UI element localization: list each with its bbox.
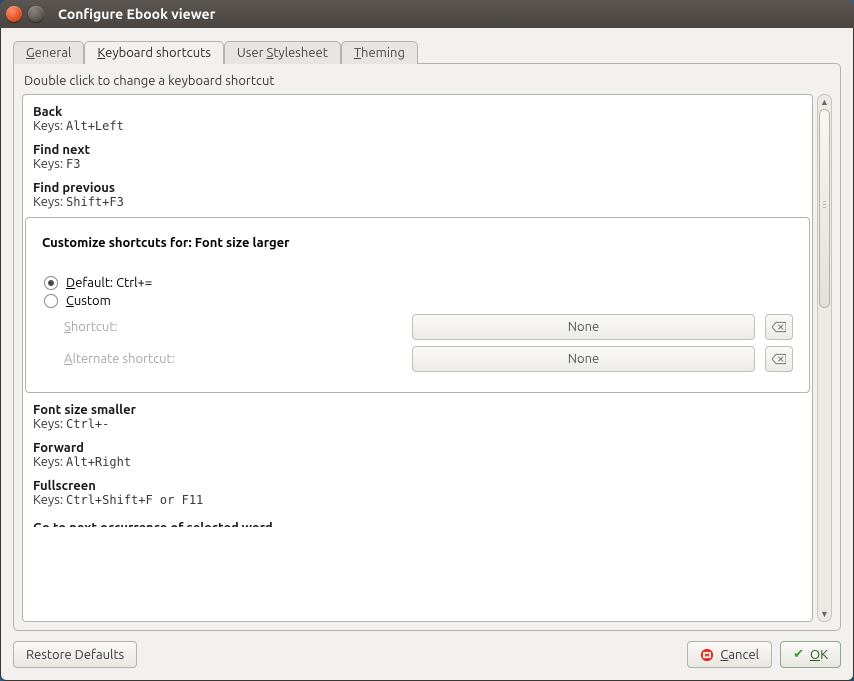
shortcut-clear-button[interactable] xyxy=(765,314,793,340)
minimize-window-icon[interactable] xyxy=(28,6,44,22)
tab-theming[interactable]: Theming xyxy=(341,41,418,64)
keys-value: Alt+Left xyxy=(66,119,124,133)
shortcut-primary-row: Shortcut: None xyxy=(42,314,793,340)
shortcut-keys: Keys:Ctrl+Shift+F or F11 xyxy=(33,493,802,507)
keys-prefix: Keys: xyxy=(33,119,66,133)
list-item-cutoff[interactable]: Go to next occurrence of selected word xyxy=(31,513,804,527)
alternate-rest: lternate shortcut: xyxy=(72,352,174,366)
tab-general[interactable]: General xyxy=(13,41,84,64)
radio-custom-rest: ustom xyxy=(74,294,111,308)
backspace-icon xyxy=(772,352,786,366)
tab-user-stylesheet[interactable]: User Stylesheet xyxy=(224,41,341,64)
shortcut-capture-button[interactable]: None xyxy=(412,314,755,340)
instruction-text: Double click to change a keyboard shortc… xyxy=(22,72,832,94)
backspace-icon xyxy=(772,320,786,334)
vertical-scrollbar[interactable]: ▲ ▼ xyxy=(817,94,832,622)
shortcut-name: Fullscreen xyxy=(33,479,802,493)
titlebar: Configure Ebook viewer xyxy=(0,0,854,28)
shortcut-keys: Keys:Alt+Right xyxy=(33,455,802,469)
radio-custom-row[interactable]: Custom xyxy=(42,294,793,308)
keys-prefix: Keys: xyxy=(33,455,66,469)
alternate-label: Alternate shortcut: xyxy=(42,352,182,366)
list-item[interactable]: Font size smaller Keys:Ctrl+- xyxy=(31,399,804,437)
scrollbar-track[interactable] xyxy=(818,109,831,607)
radio-custom-accel: C xyxy=(66,294,74,308)
close-window-icon[interactable] xyxy=(6,6,22,22)
cancel-button[interactable]: Cancel xyxy=(687,641,772,668)
shortcut-list-area: Back Keys:Alt+Left Find next Keys:F3 Fin… xyxy=(22,94,832,622)
tab-content: Double click to change a keyboard shortc… xyxy=(13,63,841,631)
shortcut-accel: S xyxy=(64,320,71,334)
ok-button[interactable]: ✔ OK xyxy=(780,641,841,668)
ok-rest: K xyxy=(820,648,828,662)
tab-theming-accel: T xyxy=(354,46,361,60)
tab-shortcuts-rest: eyboard shortcuts xyxy=(105,46,211,60)
shortcut-keys: Keys:Shift+F3 xyxy=(33,195,802,209)
cancel-label: Cancel xyxy=(720,648,759,662)
alternate-capture-button[interactable]: None xyxy=(412,346,755,372)
list-item[interactable]: Forward Keys:Alt+Right xyxy=(31,437,804,475)
tab-general-accel: G xyxy=(26,46,35,60)
list-item[interactable]: Fullscreen Keys:Ctrl+Shift+F or F11 xyxy=(31,475,804,513)
dialog-footer: Restore Defaults Cancel ✔ OK xyxy=(13,631,841,668)
editor-heading: Customize shortcuts for: Font size large… xyxy=(42,236,793,250)
radio-default-accel: D xyxy=(66,276,75,290)
shortcut-label: Shortcut: xyxy=(42,320,182,334)
scroll-up-arrow-icon[interactable]: ▲ xyxy=(818,95,831,109)
keys-prefix: Keys: xyxy=(33,417,66,431)
shortcut-keys: Keys:Ctrl+- xyxy=(33,417,802,431)
shortcut-name: Back xyxy=(33,105,802,119)
keys-prefix: Keys: xyxy=(33,493,66,507)
shortcut-name: Find previous xyxy=(33,181,802,195)
shortcut-alternate-row: Alternate shortcut: None xyxy=(42,346,793,372)
tab-theming-rest: heming xyxy=(361,46,405,60)
ok-label: OK xyxy=(810,648,828,662)
list-item[interactable]: Find next Keys:F3 xyxy=(31,139,804,177)
radio-default[interactable] xyxy=(44,276,58,290)
scrollbar-thumb[interactable] xyxy=(819,109,830,308)
shortcut-list[interactable]: Back Keys:Alt+Left Find next Keys:F3 Fin… xyxy=(22,94,813,622)
radio-default-rest: efault: Ctrl+= xyxy=(75,276,152,290)
keys-value: Shift+F3 xyxy=(66,195,124,209)
tab-general-rest: eneral xyxy=(35,46,72,60)
shortcut-keys: Keys:Alt+Left xyxy=(33,119,802,133)
tab-bar: General Keyboard shortcuts User Styleshe… xyxy=(13,40,841,63)
ok-accel: O xyxy=(810,648,820,662)
window-controls xyxy=(6,6,44,22)
shortcut-name: Font size smaller xyxy=(33,403,802,417)
shortcut-rest: hortcut: xyxy=(71,320,118,334)
list-item[interactable]: Find previous Keys:Shift+F3 xyxy=(31,177,804,215)
radio-custom-label: Custom xyxy=(66,294,111,308)
alternate-clear-button[interactable] xyxy=(765,346,793,372)
keys-value: F3 xyxy=(66,157,80,171)
checkmark-icon: ✔ xyxy=(793,647,804,662)
window-body: General Keyboard shortcuts User Styleshe… xyxy=(0,28,854,681)
keys-prefix: Keys: xyxy=(33,195,66,209)
shortcut-editor: Customize shortcuts for: Font size large… xyxy=(25,217,810,393)
keys-value: Alt+Right xyxy=(66,455,131,469)
shortcut-name: Find next xyxy=(33,143,802,157)
cancel-icon xyxy=(700,648,714,662)
scroll-down-arrow-icon[interactable]: ▼ xyxy=(818,607,831,621)
list-item[interactable]: Back Keys:Alt+Left xyxy=(31,101,804,139)
radio-default-label: Default: Ctrl+= xyxy=(66,276,152,290)
radio-default-row[interactable]: Default: Ctrl+= xyxy=(42,276,793,290)
keys-value: Ctrl+- xyxy=(66,417,109,431)
tab-stylesheet-rest: tylesheet xyxy=(273,46,328,60)
cancel-rest: ancel xyxy=(728,648,759,662)
window-title: Configure Ebook viewer xyxy=(58,6,215,22)
tab-stylesheet-pre: User xyxy=(237,46,267,60)
radio-custom[interactable] xyxy=(44,294,58,308)
restore-defaults-button[interactable]: Restore Defaults xyxy=(13,641,137,668)
tab-shortcuts-accel: K xyxy=(97,46,105,60)
shortcut-name: Forward xyxy=(33,441,802,455)
keys-prefix: Keys: xyxy=(33,157,66,171)
tab-keyboard-shortcuts[interactable]: Keyboard shortcuts xyxy=(84,41,223,64)
keys-value: Ctrl+Shift+F or F11 xyxy=(66,493,203,507)
shortcut-keys: Keys:F3 xyxy=(33,157,802,171)
